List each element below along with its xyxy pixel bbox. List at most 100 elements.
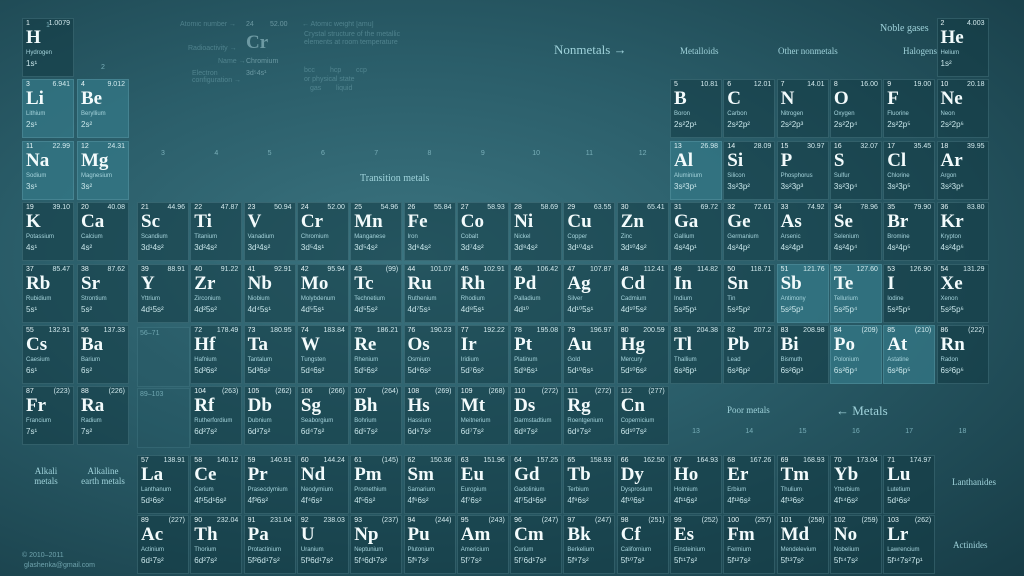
element-number: 89: [141, 517, 149, 524]
element-mass: 91.22: [220, 265, 239, 273]
element-mass: 207.2: [753, 327, 772, 334]
element-number: 56: [81, 327, 89, 334]
element-bi: 83 208.98 Bi Bismuth 6s²6p³: [776, 325, 829, 384]
group-number: 5: [267, 150, 272, 157]
element-name: Titanium: [194, 234, 218, 241]
group-number: 3: [161, 150, 165, 157]
element-name: Fermium: [727, 547, 751, 553]
element-config: 4f¹²6s²: [727, 496, 751, 505]
element-config: 4d¹⁰: [514, 304, 529, 314]
element-zr: 40 91.22 Zr Zirconium 4d²5s²: [190, 263, 243, 323]
element-name: Astatine: [887, 357, 909, 363]
element-y: 39 88.91 Y Yttrium 4d¹5s²: [137, 263, 189, 323]
element-config: 4s²4p³: [780, 243, 804, 253]
element-kr: 36 83.80 Kr Krypton 4s²4p⁶: [936, 202, 989, 262]
element-symbol: Rf: [194, 395, 215, 417]
element-name: Meitnerium: [460, 418, 491, 425]
element-mass: 83.80: [966, 204, 985, 212]
element-name: Sulfur: [833, 172, 850, 179]
element-symbol: Mn: [354, 211, 383, 233]
element-symbol: Ho: [674, 464, 699, 485]
element-number: 3: [26, 81, 30, 89]
element-number: 80: [620, 327, 629, 334]
element-number: 72: [194, 327, 203, 334]
element-symbol: F: [887, 88, 899, 110]
element-mass: 178.49: [216, 327, 239, 334]
element-se: 34 78.96 Se Selenium 4s²4p⁴: [829, 202, 882, 262]
element-name: Rubidium: [26, 295, 52, 302]
element-number: 31: [674, 204, 682, 212]
element-number: 71: [887, 457, 895, 464]
element-number: 15: [780, 142, 789, 150]
element-config: 4d¹5s²: [141, 304, 164, 314]
element-pr: 59 140.91 Pr Praseodymium 4f³6s²: [243, 455, 296, 514]
element-mass: (272): [541, 388, 559, 396]
element-number: 8: [833, 81, 838, 89]
element-config: 6d³7s²: [247, 427, 271, 437]
element-name: Zirconium: [194, 295, 221, 302]
element-config: 4f⁷5d¹6s²: [514, 496, 547, 505]
group-number: 8: [427, 150, 432, 157]
element-number: 47: [567, 265, 576, 273]
element-symbol: Ti: [194, 211, 212, 233]
element-mass: 112.41: [643, 265, 665, 273]
element-mass: 138.91: [163, 457, 185, 464]
element-symbol: Au: [567, 334, 592, 355]
element-name: Roentgenium: [567, 418, 604, 425]
element-mass: 107.87: [589, 265, 612, 273]
element-name: Mendelevium: [780, 547, 817, 553]
element-la: 57 138.91 La Lanthanum 5d¹6s²: [137, 455, 189, 514]
element-symbol: Ar: [940, 149, 963, 171]
element-name: Thallium: [674, 357, 697, 363]
element-name: Yttrium: [141, 295, 161, 302]
element-symbol: Pm: [354, 464, 382, 485]
element-mass: 32.07: [860, 142, 878, 150]
element-config: 4f⁴6s²: [300, 496, 323, 505]
element-xe: 54 131.29 Xe Xenon 5s²5p⁶: [936, 263, 989, 323]
element-tm: 69 168.93 Tm Thulium 4f¹³6s²: [776, 455, 829, 514]
element-bk: 97 (247) Bk Berkelium 5f⁹7s²: [563, 515, 616, 574]
element-pu: 94 (244) Pu Plutonium 5f⁶7s²: [403, 515, 456, 574]
element-symbol: Fm: [727, 524, 755, 545]
element-name: Germanium: [727, 234, 759, 241]
element-nb: 41 92.91 Nb Niobium 4d⁴5s¹: [243, 263, 296, 323]
nonmetals-label: Nonmetals →: [554, 42, 627, 57]
element-no: 102 (259) No Nobelium 5f¹⁴7s²: [829, 515, 882, 574]
element-name: Nitrogen: [780, 111, 804, 118]
element-name: Radon: [940, 357, 959, 363]
element-mass: 231.04: [270, 517, 292, 524]
element-config: 6s²6p¹: [674, 366, 697, 375]
element-config: 5f¹⁴7s²7p¹: [887, 556, 923, 565]
element-config: 4d⁵5s¹: [300, 304, 325, 314]
element-symbol: Ga: [674, 211, 699, 233]
element-si: 14 28.09 Si Silicon 3s²3p²: [723, 140, 776, 200]
element-symbol: C: [727, 88, 742, 110]
element-number: 50: [727, 265, 736, 273]
element-rn: 86 (222) Rn Radon 6s²6p⁶: [936, 325, 989, 384]
element-mass: (209): [861, 327, 878, 334]
element-symbol: Md: [780, 524, 810, 545]
element-mass: 102.91: [483, 265, 505, 273]
element-mass: (268): [488, 388, 505, 396]
element-rg: 111 (272) Rg Roentgenium 6d⁹7s²: [563, 386, 616, 446]
element-number: 43: [354, 265, 362, 273]
element-name: Manganese: [354, 234, 386, 241]
element-number: 40: [194, 265, 203, 273]
element-number: 76: [407, 327, 416, 334]
element-ra: 88 (226) Ra Radium 7s²: [77, 386, 129, 446]
element-number: 28: [514, 204, 522, 212]
element-ca: 20 40.08 Ca Calcium 4s²: [77, 202, 129, 262]
element-mass: 137.33: [103, 327, 125, 334]
element-config: 6s²6p⁴: [833, 366, 858, 375]
element-sr: 38 87.62 Sr Strontium 5s²: [77, 263, 129, 323]
poor-metals-label: Poor metals: [727, 405, 770, 415]
element-k: 19 39.10 K Potassium 4s¹: [22, 202, 74, 262]
element-mass: 162.50: [643, 457, 665, 464]
element-ce: 58 140.12 Ce Cerium 4f¹5d¹6s²: [190, 455, 243, 514]
element-mass: 192.22: [483, 327, 505, 334]
element-name: Strontium: [81, 295, 107, 302]
element-mass: 173.04: [856, 457, 878, 464]
element-number: 34: [833, 204, 842, 212]
element-symbol: Pu: [407, 524, 430, 545]
element-number: 97: [567, 517, 576, 524]
